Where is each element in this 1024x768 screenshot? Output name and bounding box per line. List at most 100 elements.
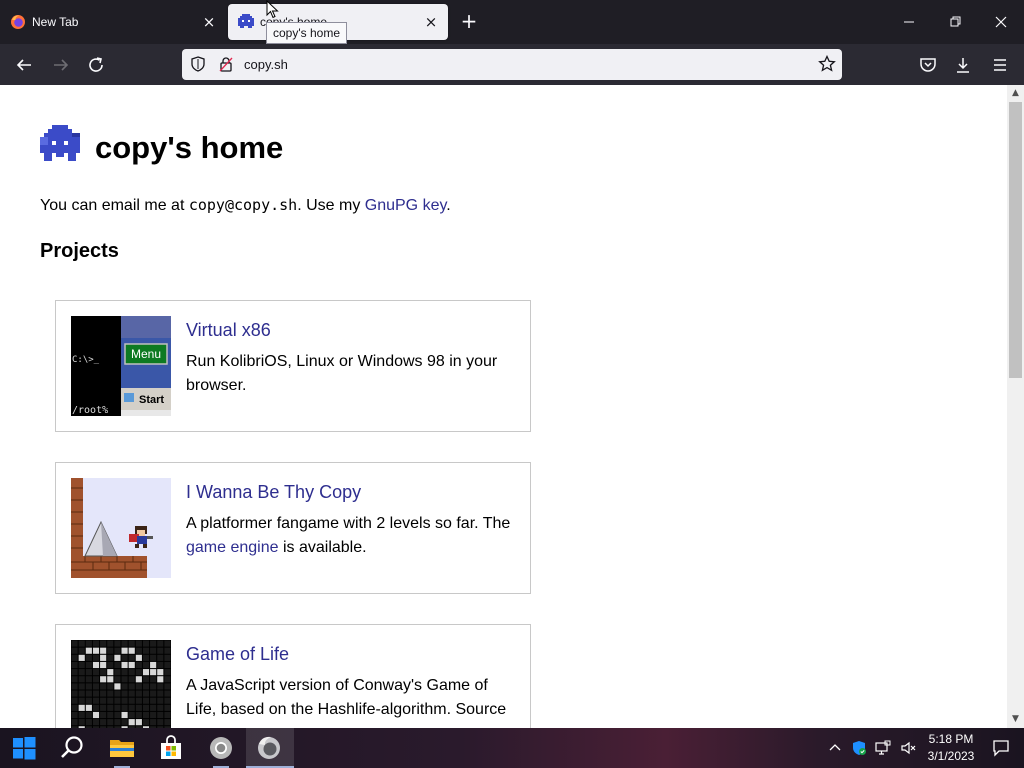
close-tab-icon[interactable]: × <box>199 12 219 32</box>
life-cell <box>100 669 107 676</box>
windows-start-icon[interactable] <box>8 732 40 764</box>
life-cell <box>142 683 150 690</box>
life-cell <box>92 683 100 690</box>
address-bar[interactable]: copy.sh <box>182 49 842 80</box>
notifications-icon[interactable] <box>992 739 1010 757</box>
project-title-link[interactable]: Game of Life <box>186 644 289 665</box>
project-card-game-of-life: Game of Life A JavaScript version of Con… <box>55 624 531 728</box>
life-cell <box>135 719 142 726</box>
life-cell <box>92 669 100 676</box>
life-cell <box>164 719 171 726</box>
life-cell <box>107 669 114 676</box>
life-cell <box>128 647 135 654</box>
tracking-shield-icon[interactable] <box>190 56 206 72</box>
life-cell <box>157 647 164 654</box>
tab-tooltip: copy's home <box>266 22 347 44</box>
life-cell <box>157 711 164 719</box>
back-arrow-icon[interactable] <box>12 53 36 77</box>
search-icon[interactable] <box>56 732 88 764</box>
reload-icon[interactable] <box>84 53 108 77</box>
life-cell <box>128 711 135 719</box>
life-cell <box>164 704 171 711</box>
thumb-path-label: /root% <box>72 405 108 416</box>
downloads-icon[interactable] <box>951 53 975 77</box>
life-cell <box>78 661 85 669</box>
life-cell <box>164 669 171 676</box>
life-cell <box>71 711 78 719</box>
life-cell <box>150 647 157 654</box>
life-cell <box>164 676 171 683</box>
navigation-toolbar: copy.sh <box>0 44 1024 85</box>
intro-prefix: You can email me at <box>40 197 189 214</box>
chevron-up-icon[interactable] <box>827 740 843 756</box>
intro-text: You can email me at copy@copy.sh. Use my… <box>40 196 451 215</box>
microsoft-store-icon[interactable] <box>155 732 187 764</box>
life-cell <box>71 654 78 661</box>
minimize-icon[interactable] <box>897 10 921 34</box>
i-wanna-be-thy-copy-thumbnail[interactable] <box>71 478 171 578</box>
windows-security-icon[interactable] <box>851 740 867 756</box>
page-title: copy's home <box>95 130 284 165</box>
firefox-taskbar-icon[interactable] <box>253 732 285 764</box>
chrome-icon[interactable] <box>205 732 237 764</box>
life-cell <box>78 676 85 683</box>
scrollbar-thumb[interactable] <box>1009 102 1022 378</box>
life-cell <box>114 640 121 647</box>
life-cell <box>121 669 128 676</box>
life-cell <box>85 640 92 647</box>
life-cell <box>71 676 78 683</box>
life-cell <box>71 719 78 726</box>
life-cell <box>85 669 92 676</box>
game-of-life-thumbnail[interactable] <box>71 640 171 728</box>
life-cell <box>128 697 135 704</box>
life-cell <box>135 676 142 683</box>
pocket-icon[interactable] <box>916 53 940 77</box>
life-cell <box>142 711 150 719</box>
life-cell <box>78 647 85 654</box>
forward-arrow-icon[interactable] <box>49 53 73 77</box>
life-cell <box>92 690 100 697</box>
life-cell <box>142 661 150 669</box>
life-cell <box>71 669 78 676</box>
virtual-x86-thumbnail[interactable]: Menu C:\>_ Start /root% <box>71 316 171 416</box>
close-tab-icon[interactable]: × <box>421 12 441 32</box>
project-description: A JavaScript version of Conway's Game of… <box>186 677 507 718</box>
close-window-icon[interactable] <box>989 10 1013 34</box>
project-title-link[interactable]: Virtual x86 <box>186 320 271 341</box>
windows-taskbar: 5:18 PM 3/1/2023 <box>0 728 1024 768</box>
life-cell <box>92 647 100 654</box>
scroll-down-arrow-icon[interactable]: ▼ <box>1007 711 1024 728</box>
life-cell <box>100 640 107 647</box>
life-cell <box>142 704 150 711</box>
network-icon[interactable] <box>875 740 891 756</box>
new-tab-button[interactable]: + <box>458 11 480 33</box>
life-cell <box>85 661 92 669</box>
project-title-link[interactable]: I Wanna Be Thy Copy <box>186 482 361 503</box>
bookmark-star-icon[interactable] <box>818 55 836 73</box>
life-cell <box>157 719 164 726</box>
tab-new-tab[interactable]: New Tab × <box>0 4 226 40</box>
hamburger-menu-icon[interactable] <box>988 53 1012 77</box>
lock-icon[interactable] <box>218 56 234 72</box>
game-engine-link[interactable]: game engine <box>186 539 279 556</box>
life-cell <box>135 697 142 704</box>
life-cell <box>121 697 128 704</box>
life-cell <box>128 640 135 647</box>
scroll-up-arrow-icon[interactable]: ▲ <box>1007 85 1024 102</box>
volume-muted-icon[interactable] <box>900 740 916 756</box>
life-cell <box>114 711 121 719</box>
life-cell <box>121 654 128 661</box>
life-cell <box>157 669 164 676</box>
vertical-scrollbar[interactable]: ▲ ▼ <box>1007 85 1024 728</box>
life-cell <box>121 711 128 719</box>
restore-icon[interactable] <box>943 10 967 34</box>
life-cell <box>92 697 100 704</box>
life-cell <box>78 704 85 711</box>
system-clock[interactable]: 5:18 PM 3/1/2023 <box>924 731 978 765</box>
file-explorer-icon[interactable] <box>106 732 138 764</box>
life-cell <box>157 640 164 647</box>
gnupg-key-link[interactable]: GnuPG key <box>365 197 447 214</box>
life-cell <box>121 719 128 726</box>
life-cell <box>85 711 92 719</box>
url-text[interactable]: copy.sh <box>244 57 288 72</box>
